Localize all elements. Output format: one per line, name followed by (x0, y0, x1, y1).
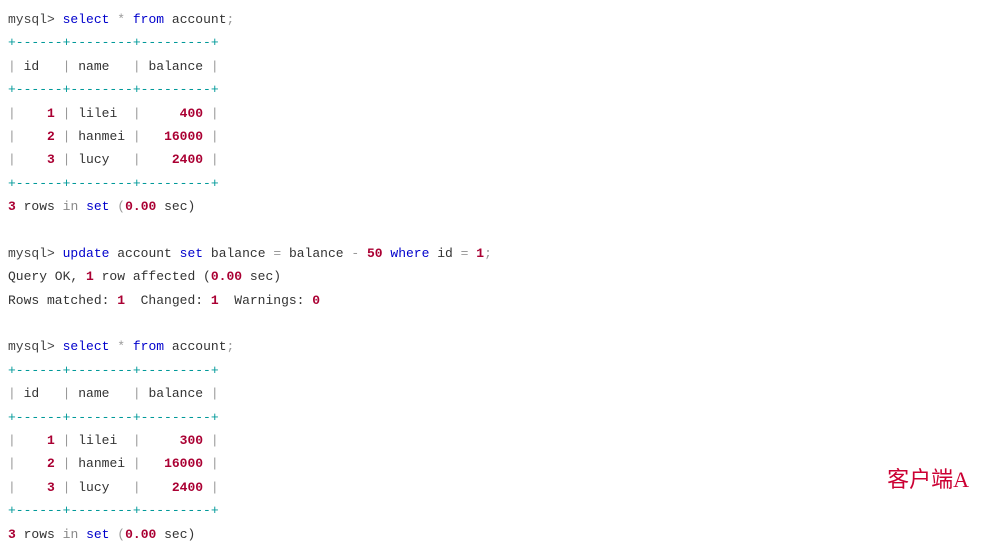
col-balance: balance (148, 386, 203, 401)
matched-count: 1 (117, 293, 125, 308)
cell-name: hanmei (78, 129, 125, 144)
literal-50: 50 (367, 246, 383, 261)
table-header-row: | id | name | balance | (8, 55, 976, 78)
mysql-prompt: mysql> (8, 339, 55, 354)
blank-line (8, 312, 976, 335)
table-border: +------+--------+---------+ (8, 359, 976, 382)
col-id: id (437, 246, 453, 261)
changed-count: 1 (211, 293, 219, 308)
keyword-set: set (180, 246, 203, 261)
keyword-from: from (133, 339, 164, 354)
table-name: account (172, 339, 227, 354)
mysql-prompt: mysql> (8, 12, 55, 27)
table-border: +------+--------+---------+ (8, 78, 976, 101)
cell-id: 3 (47, 480, 55, 495)
table-name: account (172, 12, 227, 27)
col-id: id (24, 59, 40, 74)
query-line-1: mysql> select * from account; (8, 8, 976, 31)
keyword-select: select (63, 12, 110, 27)
semicolon: ; (227, 12, 235, 27)
client-label: 客户端A (887, 460, 969, 500)
col-name: name (78, 59, 109, 74)
star: * (117, 339, 125, 354)
cell-balance: 2400 (172, 480, 203, 495)
table-border: +------+--------+---------+ (8, 31, 976, 54)
table-row: | 3 | lucy | 2400 | (8, 148, 976, 171)
cell-balance: 300 (180, 433, 203, 448)
literal-1: 1 (476, 246, 484, 261)
table-border: +------+--------+---------+ (8, 406, 976, 429)
cell-id: 2 (47, 129, 55, 144)
cell-balance: 16000 (164, 456, 203, 471)
row-count: 3 (8, 199, 16, 214)
elapsed-time: 0.00 (125, 199, 156, 214)
keyword-select: select (63, 339, 110, 354)
cell-name: lilei (78, 433, 117, 448)
query-line-2: mysql> update account set balance = bala… (8, 242, 976, 265)
blank-line (8, 219, 976, 242)
cell-name: lucy (78, 480, 109, 495)
status-line: 3 rows in set (0.00 sec) (8, 195, 976, 218)
cell-name: lilei (78, 106, 117, 121)
star: * (117, 12, 125, 27)
cell-id: 3 (47, 152, 55, 167)
cell-balance: 400 (180, 106, 203, 121)
table-border: +------+--------+---------+ (8, 499, 976, 522)
table-header-row: | id | name | balance | (8, 382, 976, 405)
affected-count: 1 (86, 269, 94, 284)
warnings-count: 0 (312, 293, 320, 308)
terminal-output: mysql> select * from account; +------+--… (8, 8, 976, 546)
keyword-update: update (63, 246, 110, 261)
cell-balance: 16000 (164, 129, 203, 144)
table-row: | 3 | lucy | 2400 | (8, 476, 976, 499)
elapsed-time: 0.00 (125, 527, 156, 542)
query-line-3: mysql> select * from account; (8, 335, 976, 358)
table-row: | 2 | hanmei | 16000 | (8, 125, 976, 148)
row-count: 3 (8, 527, 16, 542)
result-line: Rows matched: 1 Changed: 1 Warnings: 0 (8, 289, 976, 312)
keyword-where: where (390, 246, 429, 261)
col-balance: balance (148, 59, 203, 74)
mysql-prompt: mysql> (8, 246, 55, 261)
col-balance: balance (211, 246, 266, 261)
keyword-from: from (133, 12, 164, 27)
table-row: | 1 | lilei | 300 | (8, 429, 976, 452)
col-id: id (24, 386, 40, 401)
col-name: name (78, 386, 109, 401)
status-line: 3 rows in set (0.00 sec) (8, 523, 976, 546)
cell-balance: 2400 (172, 152, 203, 167)
cell-id: 2 (47, 456, 55, 471)
cell-id: 1 (47, 106, 55, 121)
cell-name: hanmei (78, 456, 125, 471)
cell-name: lucy (78, 152, 109, 167)
result-line: Query OK, 1 row affected (0.00 sec) (8, 265, 976, 288)
table-name: account (117, 246, 172, 261)
table-border: +------+--------+---------+ (8, 172, 976, 195)
table-row: | 2 | hanmei | 16000 | (8, 452, 976, 475)
elapsed-time: 0.00 (211, 269, 242, 284)
cell-id: 1 (47, 433, 55, 448)
table-row: | 1 | lilei | 400 | (8, 102, 976, 125)
